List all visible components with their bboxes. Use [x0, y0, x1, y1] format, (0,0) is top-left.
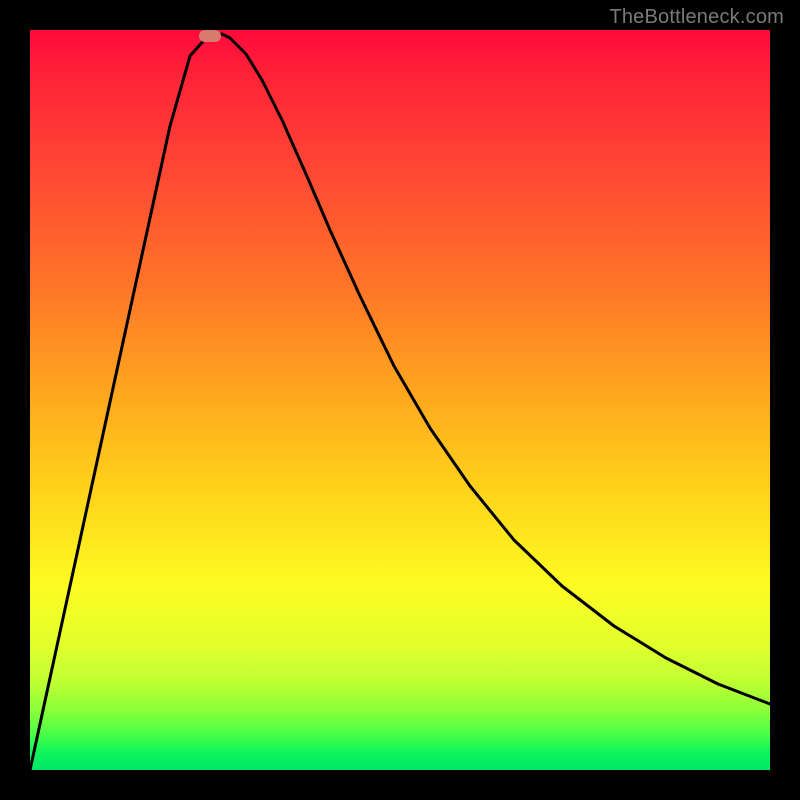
chart-frame: TheBottleneck.com	[0, 0, 800, 800]
watermark-text: TheBottleneck.com	[609, 6, 784, 29]
optimal-point-marker	[199, 30, 221, 42]
plot-area	[30, 30, 770, 770]
bottleneck-curve	[30, 30, 770, 770]
